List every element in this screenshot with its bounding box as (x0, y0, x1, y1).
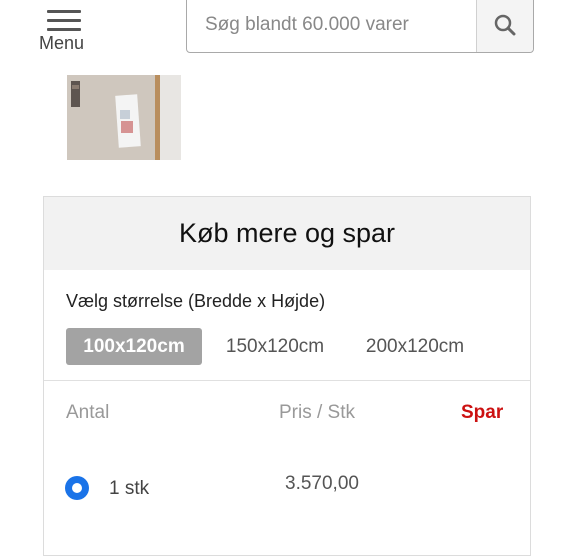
row-quantity: 1 stk (109, 478, 150, 499)
menu-icon (47, 10, 81, 32)
menu-label: Menu (39, 33, 85, 53)
search-bar (186, 0, 534, 53)
bulk-discount-panel: Køb mere og spar Vælg størrelse (Bredde … (43, 196, 531, 556)
row-price: 3.570,00 (285, 473, 359, 494)
search-icon (494, 14, 516, 36)
divider (44, 380, 530, 381)
menu-button[interactable]: Menu (38, 6, 92, 54)
quantity-radio[interactable] (65, 476, 89, 500)
size-label: Vælg størrelse (Bredde x Højde) (66, 291, 326, 311)
product-thumbnail[interactable] (67, 75, 181, 160)
search-button[interactable] (476, 0, 533, 52)
column-header-save: Spar (461, 402, 504, 423)
panel-title: Køb mere og spar (44, 197, 530, 270)
column-header-price: Pris / Stk (279, 402, 356, 423)
search-input[interactable] (187, 0, 477, 52)
size-option-150x120[interactable]: 150x120cm (212, 328, 338, 365)
column-header-quantity: Antal (66, 402, 110, 423)
size-option-100x120[interactable]: 100x120cm (66, 328, 202, 365)
size-option-200x120[interactable]: 200x120cm (352, 328, 478, 365)
